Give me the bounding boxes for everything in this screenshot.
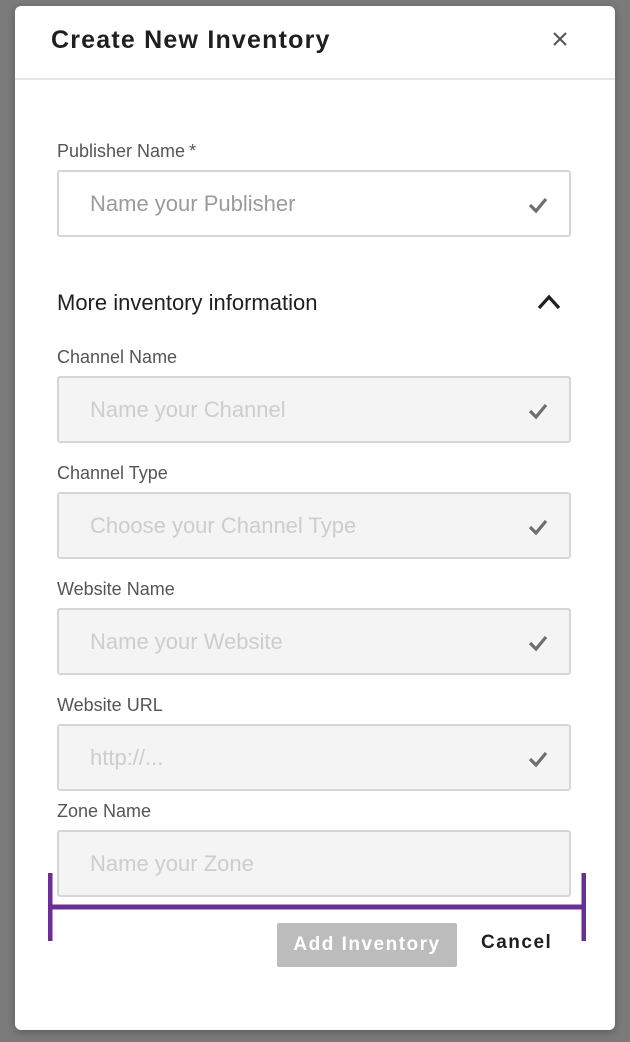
channel-name-field[interactable]: Name your Channel xyxy=(57,376,571,443)
chevron-up-icon xyxy=(537,294,561,310)
required-marker: * xyxy=(189,141,197,161)
website-name-label: Website Name xyxy=(57,579,175,599)
publisher-name-label: Publisher Name * xyxy=(57,141,196,162)
check-icon xyxy=(528,635,548,652)
website-name-field[interactable]: Name your Website xyxy=(57,608,571,675)
add-inventory-button[interactable]: Add Inventory xyxy=(277,923,457,967)
channel-type-label: Channel Type xyxy=(57,463,168,483)
check-icon xyxy=(528,519,548,536)
channel-name-placeholder: Name your Channel xyxy=(90,397,286,422)
website-url-label: Website URL xyxy=(57,695,163,715)
check-icon xyxy=(528,751,548,768)
channel-type-placeholder: Choose your Channel Type xyxy=(90,513,357,538)
modal-header: Create New Inventory xyxy=(15,6,615,80)
create-inventory-modal: Create New Inventory Publisher Name * Nam… xyxy=(15,6,615,1030)
channel-type-field[interactable]: Choose your Channel Type xyxy=(57,492,571,559)
publisher-name-placeholder: Name your Publisher xyxy=(90,191,296,216)
publisher-name-field[interactable]: Name your Publisher xyxy=(57,170,571,237)
collapse-toggle[interactable] xyxy=(535,292,563,312)
close-button[interactable] xyxy=(549,28,571,50)
check-icon xyxy=(528,403,548,420)
modal-title: Create New Inventory xyxy=(51,26,331,54)
check-icon xyxy=(528,197,548,214)
website-url-placeholder: http://... xyxy=(90,745,164,770)
channel-name-label: Channel Name xyxy=(57,347,178,367)
more-info-title: More inventory information xyxy=(57,290,318,315)
close-icon xyxy=(553,32,567,46)
publisher-name-label-text: Publisher Name xyxy=(57,141,186,161)
cancel-button[interactable]: Cancel xyxy=(481,932,552,954)
website-name-placeholder: Name your Website xyxy=(90,629,283,654)
website-url-field[interactable]: http://... xyxy=(57,724,571,791)
zone-name-label: Zone Name xyxy=(57,801,152,821)
